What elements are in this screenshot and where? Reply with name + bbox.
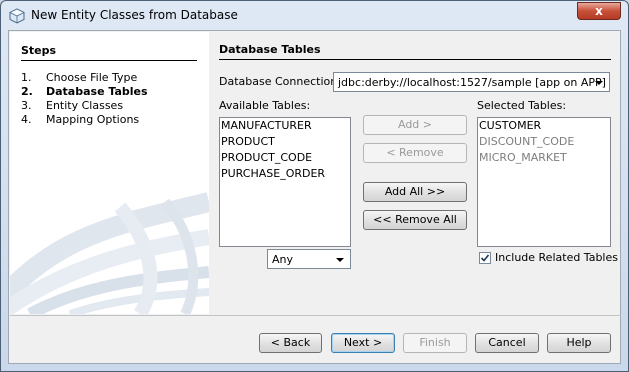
list-item[interactable]: CUSTOMER (478, 118, 610, 134)
list-item[interactable]: PRODUCT (220, 134, 350, 150)
steps-panel: Steps 1. Choose File Type 2. Database Ta… (10, 32, 209, 314)
selected-tables-label: Selected Tables: (477, 99, 567, 112)
step-label: Mapping Options (46, 113, 140, 126)
next-button[interactable]: Next > (331, 333, 395, 353)
list-item[interactable]: DISCOUNT_CODE (478, 134, 610, 150)
selected-tables-list[interactable]: CUSTOMER DISCOUNT_CODE MICRO_MARKET (477, 117, 611, 247)
available-tables-list[interactable]: MANUFACTURER PRODUCT PRODUCT_CODE PURCHA… (219, 117, 351, 247)
steps-divider (21, 60, 197, 61)
include-related-label: Include Related Tables (495, 251, 618, 264)
database-connection-value: jdbc:derby://localhost:1527/sample [app … (338, 76, 606, 89)
table-filter-select[interactable]: Any (267, 249, 351, 269)
step-label: Database Tables (46, 85, 148, 98)
list-item[interactable]: MICRO_MARKET (478, 150, 610, 166)
add-all-button[interactable]: Add All >> (363, 182, 467, 202)
step-label: Entity Classes (46, 99, 124, 112)
list-item[interactable]: PRODUCT_CODE (220, 150, 350, 166)
close-icon: x (595, 4, 603, 18)
chevron-down-icon (595, 81, 603, 85)
remove-button[interactable]: < Remove (363, 143, 467, 163)
available-tables-label: Available Tables: (219, 99, 311, 112)
remove-all-button[interactable]: << Remove All (363, 210, 467, 230)
step-number: 3. (21, 99, 32, 112)
title-bar[interactable]: New Entity Classes from Database x (1, 1, 628, 29)
cancel-button[interactable]: Cancel (475, 333, 539, 353)
footer-separator (10, 315, 621, 316)
finish-button[interactable]: Finish (403, 333, 467, 353)
close-button[interactable]: x (577, 2, 621, 20)
section-title: Database Tables (219, 43, 321, 56)
netbeans-cube-icon (9, 8, 25, 24)
add-button[interactable]: Add > (363, 115, 467, 135)
chevron-down-icon (336, 258, 344, 262)
window-title: New Entity Classes from Database (31, 8, 238, 22)
database-connection-label: Database Connection: (219, 75, 341, 88)
steps-title: Steps (21, 44, 57, 57)
step-number: 2. (21, 85, 33, 98)
section-divider (219, 59, 611, 60)
list-item[interactable]: MANUFACTURER (220, 118, 350, 134)
checkmark-icon (480, 254, 490, 262)
back-button[interactable]: < Back (259, 333, 322, 353)
step-number: 1. (21, 71, 32, 84)
help-button[interactable]: Help (547, 333, 611, 353)
dialog-window: New Entity Classes from Database x Steps… (0, 0, 629, 372)
dialog-body: Steps 1. Choose File Type 2. Database Ta… (8, 30, 621, 364)
database-connection-select[interactable]: jdbc:derby://localhost:1527/sample [app … (333, 72, 610, 92)
table-filter-value: Any (272, 253, 294, 266)
list-item[interactable]: PURCHASE_ORDER (220, 166, 350, 182)
step-label: Choose File Type (46, 71, 138, 84)
step-number: 4. (21, 113, 32, 126)
include-related-checkbox[interactable] (479, 252, 491, 264)
